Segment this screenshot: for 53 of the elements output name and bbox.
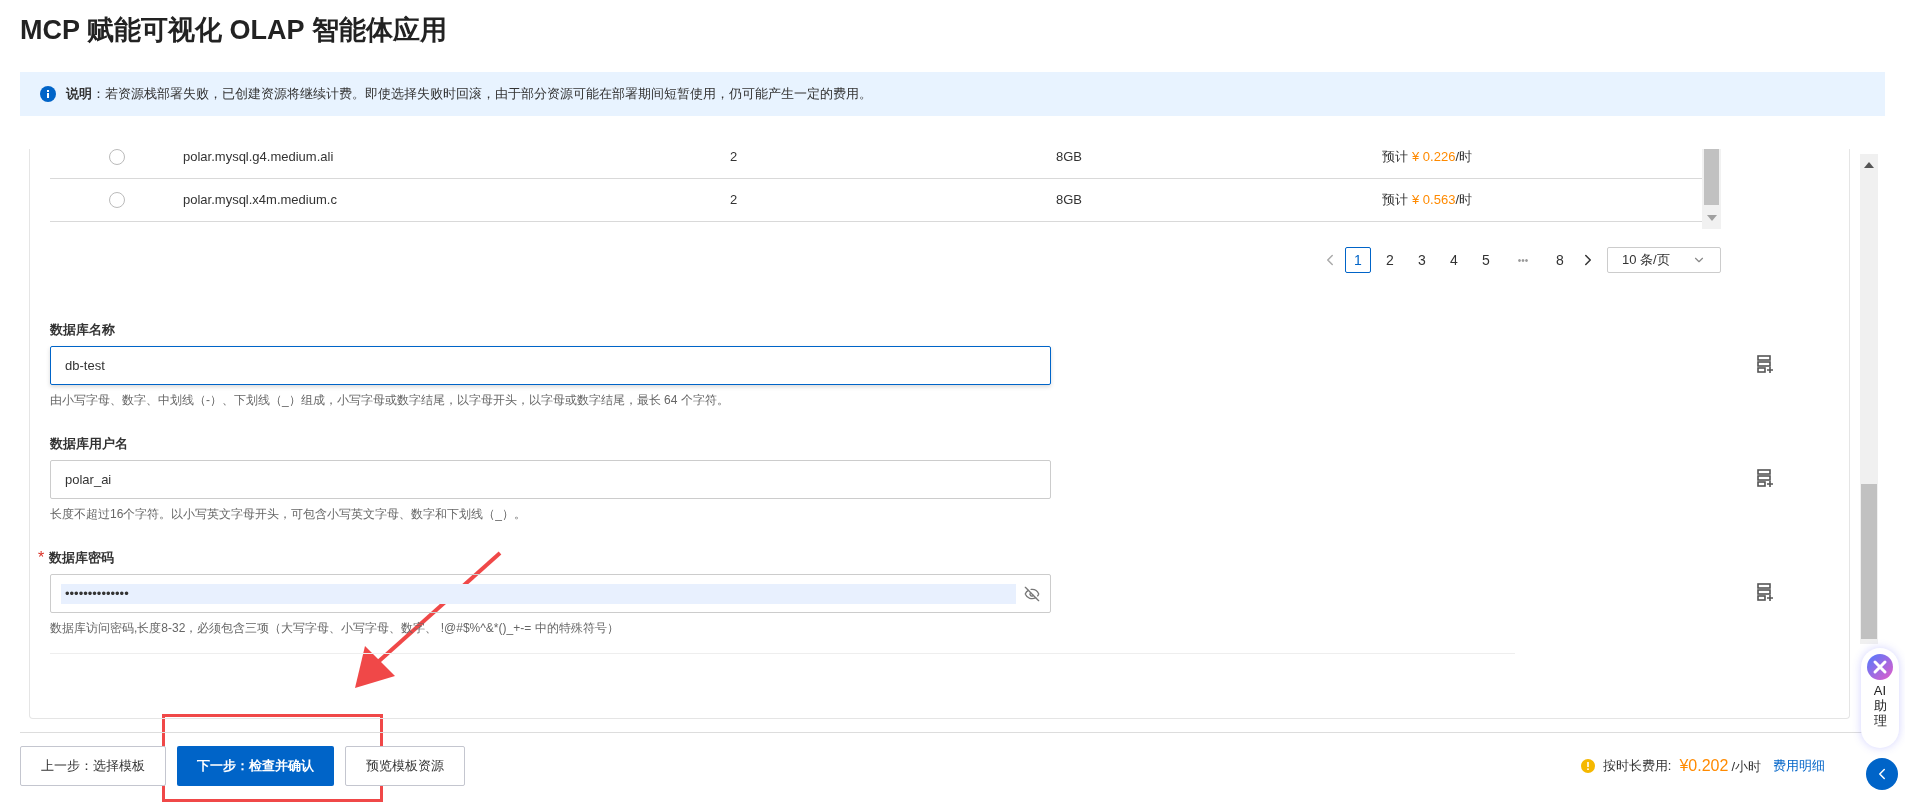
scroll-down-icon[interactable] bbox=[1706, 215, 1717, 221]
assistant-label: AI助理 bbox=[1872, 684, 1888, 729]
database-add-icon[interactable] bbox=[1757, 583, 1773, 601]
page-button[interactable]: 3 bbox=[1409, 247, 1435, 273]
input-field[interactable]: polar_ai bbox=[50, 460, 1051, 499]
price-label: 预计 bbox=[1382, 191, 1408, 210]
page-button[interactable]: 1 bbox=[1345, 247, 1371, 273]
cost-label: 按时长费用: bbox=[1602, 757, 1672, 776]
table-cell: polar.mysql.g4.medium.ali bbox=[183, 149, 334, 165]
pagination-ellipsis: ••• bbox=[1516, 253, 1530, 268]
step-button[interactable]: 上一步：选择模板 bbox=[20, 746, 166, 786]
field-label: 数据库密码 bbox=[49, 549, 115, 568]
page-button[interactable]: 5 bbox=[1473, 247, 1499, 273]
cost-details-link[interactable]: 费用明细 bbox=[1773, 756, 1825, 776]
next-step-button[interactable]: 下一步：检查并确认 bbox=[177, 746, 334, 786]
scrollbar-thumb[interactable] bbox=[1861, 484, 1877, 639]
database-add-icon[interactable] bbox=[1757, 355, 1773, 373]
ai-assistant-button[interactable]: AI助理 bbox=[1861, 648, 1899, 748]
scroll-up-icon[interactable] bbox=[1864, 162, 1874, 168]
collapse-button[interactable] bbox=[1866, 758, 1898, 790]
assistant-icon bbox=[1867, 654, 1893, 680]
required-mark: * bbox=[38, 548, 45, 568]
page-button[interactable]: 8 bbox=[1547, 247, 1573, 273]
field-help-text: 由小写字母、数字、中划线（-）、下划线（_）组成，小写字母或数字结尾，以字母开头，以字母或数字结尾，最长 64 个字符。 bbox=[50, 392, 729, 409]
price-unit: /时 bbox=[1455, 191, 1472, 210]
step-button[interactable]: 预览模板资源 bbox=[345, 746, 465, 786]
cost-unit: /小时 bbox=[1731, 758, 1761, 776]
page-button[interactable]: 2 bbox=[1377, 247, 1403, 273]
table-cell: 2 bbox=[730, 149, 738, 165]
field-label: 数据库名称 bbox=[50, 321, 115, 340]
table-scrollbar[interactable] bbox=[1702, 149, 1721, 229]
notice-text: 说明：若资源栈部署失败，已创建资源将继续计费。即使选择失败时回滚，由于部分资源可能在部署期间短暂使用，仍可能产生一定的费用。 bbox=[66, 85, 872, 104]
price-value: ¥ 0.226 bbox=[1412, 149, 1456, 167]
page-title: MCP 赋能可视化 OLAP 智能体应用 bbox=[20, 13, 447, 47]
table-cell: polar.mysql.x4m.medium.c bbox=[183, 192, 337, 208]
warning-icon bbox=[1580, 759, 1595, 773]
database-add-icon[interactable] bbox=[1757, 469, 1773, 487]
table-cell: 8GB bbox=[1056, 149, 1082, 165]
page-button[interactable]: 4 bbox=[1441, 247, 1467, 273]
hide-password-icon[interactable] bbox=[1024, 585, 1040, 602]
page-size-select[interactable]: 10 条/页 bbox=[1607, 247, 1721, 273]
price-label: 预计 bbox=[1382, 149, 1408, 167]
page-scrollbar[interactable] bbox=[1860, 154, 1878, 644]
table-cell: 2 bbox=[730, 192, 738, 208]
info-icon bbox=[40, 86, 56, 102]
password-field[interactable]: •••••••••••••• bbox=[50, 574, 1051, 613]
cost-amount: ¥0.202 bbox=[1679, 756, 1729, 776]
price-value: ¥ 0.563 bbox=[1412, 191, 1456, 210]
field-help-text: 长度不超过16个字符。以小写英文字母开头，可包含小写英文字母、数字和下划线（_）。 bbox=[50, 506, 527, 523]
price-unit: /时 bbox=[1455, 149, 1472, 167]
table-cell: 8GB bbox=[1056, 192, 1082, 208]
input-field[interactable]: db-test bbox=[50, 346, 1051, 385]
field-label: 数据库用户名 bbox=[50, 435, 128, 454]
